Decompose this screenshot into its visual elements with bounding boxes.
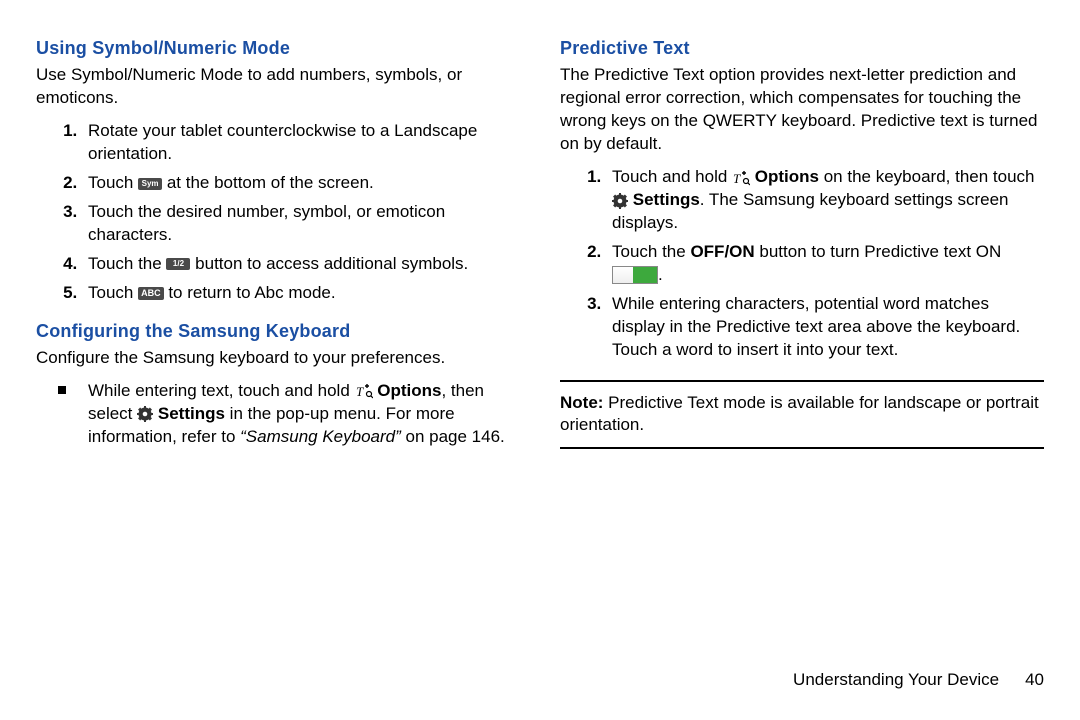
step-4-text-a: Touch the [88, 254, 166, 273]
pt-step-2: Touch the OFF/ON button to turn Predicti… [606, 241, 1044, 287]
step-5: Touch ABC to return to Abc mode. [82, 282, 520, 305]
footer-section: Understanding Your Device [793, 669, 999, 692]
options-label: Options [377, 381, 441, 400]
manual-page: Using Symbol/Numeric Mode Use Symbol/Num… [0, 0, 1080, 720]
reference-link: “Samsung Keyboard” [240, 427, 401, 446]
options-label: Options [755, 167, 819, 186]
note-block: Note: Predictive Text mode is available … [560, 380, 1044, 450]
pt-step-3: While entering characters, potential wor… [606, 293, 1044, 362]
offon-label: OFF/ON [690, 242, 754, 261]
options-icon: T [355, 383, 373, 399]
sym-key-icon: Sym [138, 178, 162, 190]
step-5-text-b: to return to Abc mode. [164, 283, 336, 302]
steps-predictive-text: Touch and hold T Options on the keyboard… [560, 166, 1044, 362]
heading-symbol-mode: Using Symbol/Numeric Mode [36, 36, 520, 60]
config-bullet: While entering text, touch and hold T Op… [82, 380, 520, 449]
pt-s1-b: on the keyboard, then touch [819, 167, 1035, 186]
gear-icon [137, 406, 153, 422]
heading-predictive-text: Predictive Text [560, 36, 1044, 60]
abc-key-icon: ABC [138, 287, 164, 300]
two-column-layout: Using Symbol/Numeric Mode Use Symbol/Num… [36, 36, 1044, 661]
step-4: Touch the 1/2 button to access additiona… [82, 253, 520, 276]
intro-symbol-mode: Use Symbol/Numeric Mode to add numbers, … [36, 64, 520, 110]
pt-s2-c: . [658, 265, 663, 284]
pt-s2-a: Touch the [612, 242, 690, 261]
right-column: Predictive Text The Predictive Text opti… [560, 36, 1044, 661]
on-switch-icon [612, 266, 658, 284]
heading-config-keyboard: Configuring the Samsung Keyboard [36, 319, 520, 343]
note-body: Predictive Text mode is available for la… [560, 393, 1039, 435]
half-key-icon: 1/2 [166, 258, 190, 270]
intro-config-keyboard: Configure the Samsung keyboard to your p… [36, 347, 520, 370]
note-label: Note: [560, 393, 603, 412]
pt-s2-b: button to turn Predictive text ON [755, 242, 1002, 261]
settings-label: Settings [633, 190, 700, 209]
step-5-text-a: Touch [88, 283, 138, 302]
steps-symbol-mode: Rotate your tablet counterclockwise to a… [36, 120, 520, 305]
config-keyboard-bullets: While entering text, touch and hold T Op… [36, 380, 520, 449]
left-column: Using Symbol/Numeric Mode Use Symbol/Num… [36, 36, 520, 661]
svg-text:T: T [356, 384, 364, 399]
pt-s1-a: Touch and hold [612, 167, 732, 186]
intro-predictive-text: The Predictive Text option provides next… [560, 64, 1044, 156]
svg-text:T: T [733, 171, 741, 186]
step-1: Rotate your tablet counterclockwise to a… [82, 120, 520, 166]
footer-page-number: 40 [1025, 669, 1044, 692]
bullet-text-e: on page 146. [401, 427, 505, 446]
options-icon: T [732, 170, 750, 186]
bullet-text-c: in the pop-up menu. [225, 404, 386, 423]
step-4-text-b: button to access additional symbols. [190, 254, 468, 273]
page-footer: Understanding Your Device 40 [36, 661, 1044, 692]
pt-step-1: Touch and hold T Options on the keyboard… [606, 166, 1044, 235]
settings-label: Settings [158, 404, 225, 423]
step-3: Touch the desired number, symbol, or emo… [82, 201, 520, 247]
gear-icon [612, 193, 628, 209]
step-2-text-b: at the bottom of the screen. [162, 173, 374, 192]
step-2-text-a: Touch [88, 173, 138, 192]
bullet-text-a: While entering text, touch and hold [88, 381, 355, 400]
step-2: Touch Sym at the bottom of the screen. [82, 172, 520, 195]
